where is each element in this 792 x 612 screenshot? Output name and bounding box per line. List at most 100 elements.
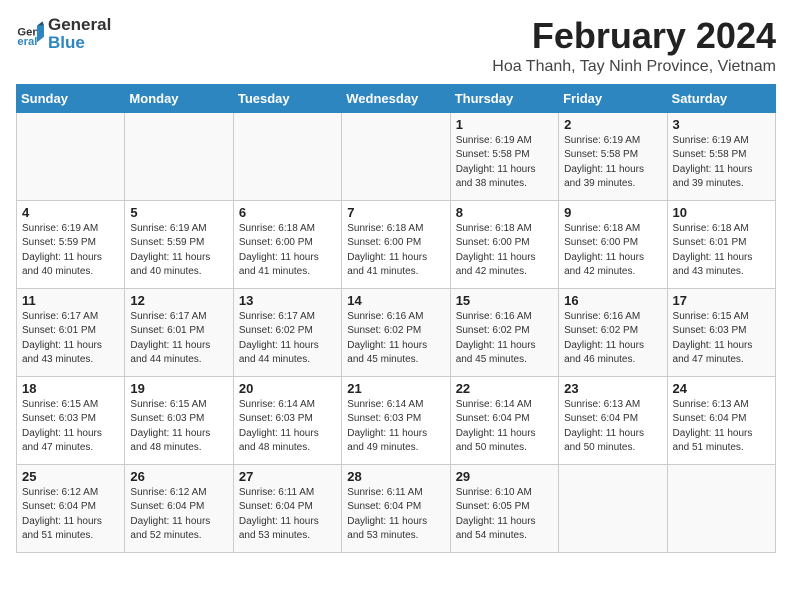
day-number: 18 <box>22 381 119 396</box>
day-number: 11 <box>22 293 119 308</box>
day-info: Sunrise: 6:19 AM Sunset: 5:59 PM Dayligh… <box>22 222 119 280</box>
day-info: Sunrise: 6:13 AM Sunset: 6:04 PM Dayligh… <box>564 398 661 456</box>
calendar-cell: 17 Sunrise: 6:15 AM Sunset: 6:03 PM Dayli… <box>667 288 775 376</box>
calendar-cell: 2 Sunrise: 6:19 AM Sunset: 5:58 PM Daylig… <box>559 112 667 200</box>
calendar-cell: 24 Sunrise: 6:13 AM Sunset: 6:04 PM Dayli… <box>667 376 775 464</box>
calendar-cell: 5 Sunrise: 6:19 AM Sunset: 5:59 PM Daylig… <box>125 200 233 288</box>
day-number: 7 <box>347 205 444 220</box>
day-number: 28 <box>347 469 444 484</box>
day-number: 8 <box>456 205 553 220</box>
day-info: Sunrise: 6:15 AM Sunset: 6:03 PM Dayligh… <box>130 398 227 456</box>
day-info: Sunrise: 6:10 AM Sunset: 6:05 PM Dayligh… <box>456 486 553 544</box>
day-number: 29 <box>456 469 553 484</box>
day-info: Sunrise: 6:19 AM Sunset: 5:58 PM Dayligh… <box>564 134 661 192</box>
day-number: 27 <box>239 469 336 484</box>
calendar-cell <box>559 464 667 552</box>
calendar-cell <box>667 464 775 552</box>
weekday-header-monday: Monday <box>125 84 233 112</box>
day-info: Sunrise: 6:17 AM Sunset: 6:02 PM Dayligh… <box>239 310 336 368</box>
day-number: 25 <box>22 469 119 484</box>
day-info: Sunrise: 6:12 AM Sunset: 6:04 PM Dayligh… <box>22 486 119 544</box>
calendar-cell: 1 Sunrise: 6:19 AM Sunset: 5:58 PM Daylig… <box>450 112 558 200</box>
day-info: Sunrise: 6:19 AM Sunset: 5:58 PM Dayligh… <box>456 134 553 192</box>
day-number: 26 <box>130 469 227 484</box>
title-block: February 2024 Hoa Thanh, Tay Ninh Provin… <box>492 16 776 76</box>
day-number: 1 <box>456 117 553 132</box>
calendar-cell <box>125 112 233 200</box>
svg-text:eral: eral <box>17 36 37 48</box>
calendar-cell: 26 Sunrise: 6:12 AM Sunset: 6:04 PM Dayli… <box>125 464 233 552</box>
logo-blue-text: Blue <box>48 33 85 52</box>
calendar-cell: 10Sunrise: 6:18 AM Sunset: 6:01 PM Dayli… <box>667 200 775 288</box>
day-info: Sunrise: 6:18 AM Sunset: 6:00 PM Dayligh… <box>456 222 553 280</box>
calendar-cell: 16 Sunrise: 6:16 AM Sunset: 6:02 PM Dayli… <box>559 288 667 376</box>
logo-general-text: General <box>48 15 111 34</box>
calendar-cell: 11 Sunrise: 6:17 AM Sunset: 6:01 PM Dayli… <box>17 288 125 376</box>
calendar-subtitle: Hoa Thanh, Tay Ninh Province, Vietnam <box>492 58 776 76</box>
day-number: 12 <box>130 293 227 308</box>
day-info: Sunrise: 6:14 AM Sunset: 6:03 PM Dayligh… <box>239 398 336 456</box>
day-number: 17 <box>673 293 770 308</box>
calendar-cell: 8 Sunrise: 6:18 AM Sunset: 6:00 PM Daylig… <box>450 200 558 288</box>
calendar-cell <box>342 112 450 200</box>
calendar-cell <box>233 112 341 200</box>
calendar-cell: 15 Sunrise: 6:16 AM Sunset: 6:02 PM Dayli… <box>450 288 558 376</box>
day-number: 14 <box>347 293 444 308</box>
day-info: Sunrise: 6:16 AM Sunset: 6:02 PM Dayligh… <box>456 310 553 368</box>
calendar-week-3: 11 Sunrise: 6:17 AM Sunset: 6:01 PM Dayli… <box>17 288 776 376</box>
weekday-header-wednesday: Wednesday <box>342 84 450 112</box>
day-number: 9 <box>564 205 661 220</box>
calendar-cell: 4Sunrise: 6:19 AM Sunset: 5:59 PM Daylig… <box>17 200 125 288</box>
day-number: 23 <box>564 381 661 396</box>
calendar-cell: 18Sunrise: 6:15 AM Sunset: 6:03 PM Dayli… <box>17 376 125 464</box>
calendar-week-2: 4Sunrise: 6:19 AM Sunset: 5:59 PM Daylig… <box>17 200 776 288</box>
day-number: 15 <box>456 293 553 308</box>
day-number: 5 <box>130 205 227 220</box>
calendar-table: SundayMondayTuesdayWednesdayThursdayFrid… <box>16 84 776 553</box>
weekday-header-friday: Friday <box>559 84 667 112</box>
calendar-week-4: 18 Sunrise: 6:15 AM Sunset: 6:03 PM Dayli… <box>17 376 776 464</box>
day-number: 22 <box>456 381 553 396</box>
day-info: Sunrise: 6:18 AM Sunset: 6:01 PM Dayligh… <box>673 222 770 280</box>
day-info: Sunrise: 6:16 AM Sunset: 6:02 PM Dayligh… <box>564 310 661 368</box>
day-number: 16 <box>564 293 661 308</box>
day-info: Sunrise: 6:19 AM Sunset: 5:58 PM Dayligh… <box>673 134 770 192</box>
calendar-cell: 22 Sunrise: 6:14 AM Sunset: 6:04 PM Dayli… <box>450 376 558 464</box>
day-info: Sunrise: 6:12 AM Sunset: 6:04 PM Dayligh… <box>130 486 227 544</box>
calendar-cell: 19 Sunrise: 6:15 AM Sunset: 6:03 PM Dayli… <box>125 376 233 464</box>
day-info: Sunrise: 6:17 AM Sunset: 6:01 PM Dayligh… <box>22 310 119 368</box>
day-number: 20 <box>239 381 336 396</box>
day-info: Sunrise: 6:19 AM Sunset: 5:59 PM Dayligh… <box>130 222 227 280</box>
calendar-cell: 29 Sunrise: 6:10 AM Sunset: 6:05 PM Dayli… <box>450 464 558 552</box>
weekday-header-thursday: Thursday <box>450 84 558 112</box>
calendar-cell: 3Sunrise: 6:19 AM Sunset: 5:58 PM Daylig… <box>667 112 775 200</box>
calendar-cell: 7 Sunrise: 6:18 AM Sunset: 6:00 PM Daylig… <box>342 200 450 288</box>
day-info: Sunrise: 6:14 AM Sunset: 6:03 PM Dayligh… <box>347 398 444 456</box>
calendar-cell: 27Sunrise: 6:11 AM Sunset: 6:04 PM Dayli… <box>233 464 341 552</box>
calendar-cell: 20 Sunrise: 6:14 AM Sunset: 6:03 PM Dayli… <box>233 376 341 464</box>
day-number: 24 <box>673 381 770 396</box>
day-info: Sunrise: 6:18 AM Sunset: 6:00 PM Dayligh… <box>347 222 444 280</box>
day-number: 13 <box>239 293 336 308</box>
calendar-header-row: SundayMondayTuesdayWednesdayThursdayFrid… <box>17 84 776 112</box>
day-number: 19 <box>130 381 227 396</box>
day-number: 21 <box>347 381 444 396</box>
calendar-title: February 2024 <box>492 16 776 56</box>
day-info: Sunrise: 6:11 AM Sunset: 6:04 PM Dayligh… <box>347 486 444 544</box>
day-info: Sunrise: 6:17 AM Sunset: 6:01 PM Dayligh… <box>130 310 227 368</box>
day-number: 2 <box>564 117 661 132</box>
day-info: Sunrise: 6:16 AM Sunset: 6:02 PM Dayligh… <box>347 310 444 368</box>
calendar-cell: 25 Sunrise: 6:12 AM Sunset: 6:04 PM Dayli… <box>17 464 125 552</box>
day-info: Sunrise: 6:13 AM Sunset: 6:04 PM Dayligh… <box>673 398 770 456</box>
logo-icon: Gen eral <box>16 20 44 48</box>
calendar-cell: 12 Sunrise: 6:17 AM Sunset: 6:01 PM Dayli… <box>125 288 233 376</box>
day-info: Sunrise: 6:15 AM Sunset: 6:03 PM Dayligh… <box>673 310 770 368</box>
day-number: 6 <box>239 205 336 220</box>
weekday-header-tuesday: Tuesday <box>233 84 341 112</box>
logo: Gen eral General Blue <box>16 16 111 52</box>
day-info: Sunrise: 6:14 AM Sunset: 6:04 PM Dayligh… <box>456 398 553 456</box>
calendar-week-1: 1 Sunrise: 6:19 AM Sunset: 5:58 PM Daylig… <box>17 112 776 200</box>
calendar-cell: 23 Sunrise: 6:13 AM Sunset: 6:04 PM Dayli… <box>559 376 667 464</box>
day-info: Sunrise: 6:18 AM Sunset: 6:00 PM Dayligh… <box>239 222 336 280</box>
calendar-cell: 9Sunrise: 6:18 AM Sunset: 6:00 PM Daylig… <box>559 200 667 288</box>
